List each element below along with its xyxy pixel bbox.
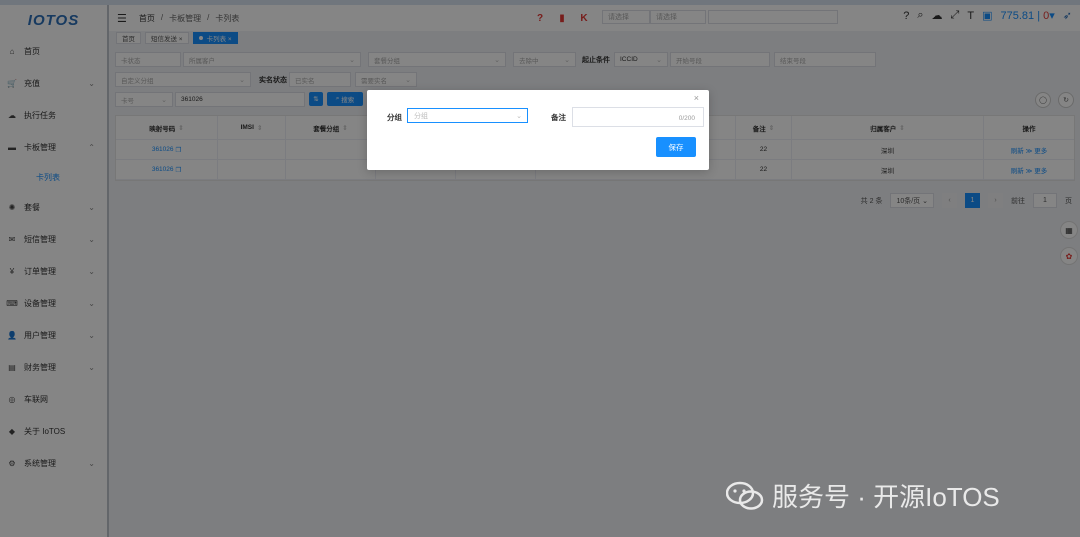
chevron-down-icon: ⌄ — [516, 112, 522, 120]
save-button[interactable]: 保存 — [656, 137, 696, 157]
remark-char-count: 0/200 — [678, 115, 695, 122]
group-label: 分组 — [387, 113, 402, 122]
watermark: 服务号 · 开源IoTOS — [726, 477, 1000, 514]
watermark-text: 服务号 · 开源IoTOS — [772, 482, 1000, 512]
remark-label: 备注 — [551, 113, 566, 122]
wechat-icon — [726, 481, 764, 510]
group-select[interactable]: 分组 ⌄ — [407, 108, 528, 123]
remark-textarea[interactable]: 0/200 — [572, 107, 704, 127]
edit-group-dialog: × 分组 分组 ⌄ 备注 0/200 保存 — [367, 90, 709, 170]
modal-overlay[interactable] — [0, 0, 1080, 537]
close-icon[interactable]: × — [694, 93, 699, 103]
